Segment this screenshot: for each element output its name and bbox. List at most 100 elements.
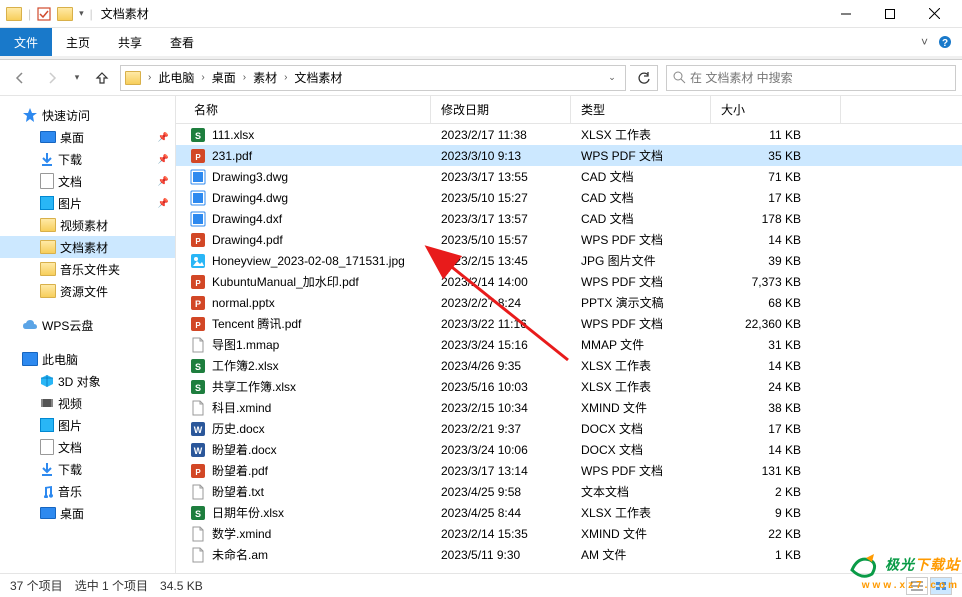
table-row[interactable]: 未命名.am2023/5/11 9:30AM 文件1 KB: [176, 544, 962, 565]
file-date: 2023/3/17 13:14: [431, 464, 571, 478]
sidebar-item[interactable]: 3D 对象: [0, 370, 175, 392]
table-row[interactable]: 数学.xmind2023/2/14 15:35XMIND 文件22 KB: [176, 523, 962, 544]
breadcrumb-sep-icon[interactable]: ›: [198, 72, 207, 83]
qat-checkbox-icon[interactable]: [37, 7, 51, 21]
status-item-count: 37 个项目: [10, 577, 63, 594]
sidebar-item-label: 下载: [58, 151, 82, 168]
file-date: 2023/2/21 9:37: [431, 422, 571, 436]
file-icon: [190, 190, 206, 206]
sidebar-item[interactable]: 音乐文件夹: [0, 258, 175, 280]
table-row[interactable]: Honeyview_2023-02-08_171531.jpg2023/2/15…: [176, 250, 962, 271]
sidebar-item[interactable]: 文档素材: [0, 236, 175, 258]
file-type: CAD 文档: [571, 168, 711, 185]
table-row[interactable]: Pnormal.pptx2023/2/27 8:24PPTX 演示文稿68 KB: [176, 292, 962, 313]
sidebar-item[interactable]: 桌面: [0, 502, 175, 524]
breadcrumb-item[interactable]: 此电脑: [154, 69, 198, 86]
breadcrumb-sep-icon[interactable]: ›: [281, 72, 290, 83]
view-details-button[interactable]: [906, 577, 928, 595]
nav-up-button[interactable]: [88, 64, 116, 92]
tab-view[interactable]: 查看: [156, 28, 208, 56]
file-size: 68 KB: [711, 296, 841, 310]
table-row[interactable]: 科目.xmind2023/2/15 10:34XMIND 文件38 KB: [176, 397, 962, 418]
table-row[interactable]: P231.pdf2023/3/10 9:13WPS PDF 文档35 KB: [176, 145, 962, 166]
col-name[interactable]: 名称: [176, 96, 431, 123]
file-size: 17 KB: [711, 422, 841, 436]
sidebar-item[interactable]: 资源文件: [0, 280, 175, 302]
tab-share[interactable]: 共享: [104, 28, 156, 56]
table-row[interactable]: S工作簿2.xlsx2023/4/26 9:35XLSX 工作表14 KB: [176, 355, 962, 376]
ribbon: 文件 主页 共享 查看 ˅ ?: [0, 28, 962, 56]
file-size: 22,360 KB: [711, 317, 841, 331]
sidebar-wps-cloud[interactable]: WPS云盘: [0, 314, 175, 336]
close-button[interactable]: [912, 0, 956, 28]
sidebar-this-pc[interactable]: 此电脑: [0, 348, 175, 370]
col-date[interactable]: 修改日期: [431, 96, 571, 123]
table-row[interactable]: S日期年份.xlsx2023/4/25 8:44XLSX 工作表9 KB: [176, 502, 962, 523]
file-list-pane: 名称 修改日期 类型 大小 S111.xlsx2023/2/17 11:38XL…: [176, 96, 962, 573]
sidebar-item[interactable]: 视频素材: [0, 214, 175, 236]
file-size: 7,373 KB: [711, 275, 841, 289]
table-row[interactable]: Drawing4.dxf2023/3/17 13:57CAD 文档178 KB: [176, 208, 962, 229]
minimize-button[interactable]: [824, 0, 868, 28]
file-name: Drawing4.dxf: [212, 212, 282, 226]
status-size: 34.5 KB: [160, 579, 203, 593]
table-row[interactable]: PTencent 腾讯.pdf2023/3/22 11:16WPS PDF 文档…: [176, 313, 962, 334]
breadcrumb-sep-icon[interactable]: ›: [240, 72, 249, 83]
table-row[interactable]: S111.xlsx2023/2/17 11:38XLSX 工作表11 KB: [176, 124, 962, 145]
sidebar-item[interactable]: 图片📌: [0, 192, 175, 214]
nav-recent-dropdown[interactable]: ▾: [70, 64, 84, 92]
column-headers: 名称 修改日期 类型 大小: [176, 96, 962, 124]
sidebar-item[interactable]: 音乐: [0, 480, 175, 502]
svg-text:P: P: [195, 237, 201, 246]
breadcrumb[interactable]: › 此电脑 › 桌面 › 素材 › 文档素材 ⌄: [120, 65, 626, 91]
svg-text:P: P: [195, 153, 201, 162]
sidebar-item[interactable]: 视频: [0, 392, 175, 414]
table-row[interactable]: 盼望着.txt2023/4/25 9:58文本文档2 KB: [176, 481, 962, 502]
sidebar-item-label: 视频: [58, 395, 82, 412]
help-icon[interactable]: ?: [938, 35, 952, 49]
table-row[interactable]: PKubuntuManual_加水印.pdf2023/2/14 14:00WPS…: [176, 271, 962, 292]
file-size: 178 KB: [711, 212, 841, 226]
file-name: 数学.xmind: [212, 525, 271, 542]
file-type: DOCX 文档: [571, 420, 711, 437]
breadcrumb-item[interactable]: 桌面: [208, 69, 240, 86]
file-type: CAD 文档: [571, 210, 711, 227]
table-row[interactable]: PDrawing4.pdf2023/5/10 15:57WPS PDF 文档14…: [176, 229, 962, 250]
sidebar-item[interactable]: 下载: [0, 458, 175, 480]
tab-file[interactable]: 文件: [0, 28, 52, 56]
ribbon-expand-icon[interactable]: ˅: [921, 35, 928, 49]
file-icon: W: [190, 442, 206, 458]
table-row[interactable]: W历史.docx2023/2/21 9:37DOCX 文档17 KB: [176, 418, 962, 439]
breadcrumb-dropdown-icon[interactable]: ⌄: [603, 72, 621, 83]
sidebar-item[interactable]: 图片: [0, 414, 175, 436]
nav-forward-button[interactable]: [38, 64, 66, 92]
table-row[interactable]: Drawing4.dwg2023/5/10 15:27CAD 文档17 KB: [176, 187, 962, 208]
file-name: 导图1.mmap: [212, 336, 279, 353]
maximize-button[interactable]: [868, 0, 912, 28]
download-icon: [40, 462, 54, 476]
col-size[interactable]: 大小: [711, 96, 841, 123]
breadcrumb-item[interactable]: 文档素材: [290, 69, 346, 86]
breadcrumb-sep-icon[interactable]: ›: [145, 72, 154, 83]
svg-text:P: P: [195, 321, 201, 330]
table-row[interactable]: S共享工作簿.xlsx2023/5/16 10:03XLSX 工作表24 KB: [176, 376, 962, 397]
sidebar-item[interactable]: 桌面📌: [0, 126, 175, 148]
file-icon: P: [190, 274, 206, 290]
nav-back-button[interactable]: [6, 64, 34, 92]
view-icons-button[interactable]: [930, 577, 952, 595]
table-row[interactable]: 导图1.mmap2023/3/24 15:16MMAP 文件31 KB: [176, 334, 962, 355]
refresh-button[interactable]: [630, 65, 658, 91]
table-row[interactable]: P盼望着.pdf2023/3/17 13:14WPS PDF 文档131 KB: [176, 460, 962, 481]
table-row[interactable]: W盼望着.docx2023/3/24 10:06DOCX 文档14 KB: [176, 439, 962, 460]
table-row[interactable]: Drawing3.dwg2023/3/17 13:55CAD 文档71 KB: [176, 166, 962, 187]
tab-home[interactable]: 主页: [52, 28, 104, 56]
qat-dropdown-icon[interactable]: ▾: [79, 8, 84, 19]
col-type[interactable]: 类型: [571, 96, 711, 123]
sidebar-quick-access[interactable]: 快速访问: [0, 104, 175, 126]
breadcrumb-item[interactable]: 素材: [249, 69, 281, 86]
sidebar-item[interactable]: 下载📌: [0, 148, 175, 170]
search-input[interactable]: 在 文档素材 中搜索: [666, 65, 956, 91]
sidebar-item[interactable]: 文档📌: [0, 170, 175, 192]
sidebar-item[interactable]: 文档: [0, 436, 175, 458]
qat-folder-icon[interactable]: [57, 7, 73, 21]
